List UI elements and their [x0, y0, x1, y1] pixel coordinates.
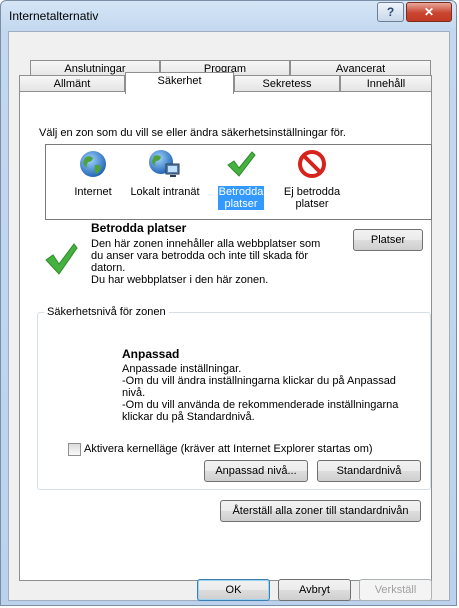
level-desc-line: -Om du vill använda de rekommenderade in… — [122, 399, 399, 411]
sites-button[interactable]: Platser — [353, 229, 423, 251]
group-legend: Säkerhetsnivå för zonen — [44, 306, 169, 318]
zone-desc-line: du anser vara betrodda och inte till ska… — [91, 250, 309, 262]
zone-label: Internet — [74, 186, 112, 198]
restricted-icon — [298, 150, 326, 178]
zone-trusted-sites[interactable]: Betrodda platser — [216, 149, 266, 210]
zone-label-line2: platser — [295, 198, 329, 210]
zone-label-selected: Betrodda platser — [217, 186, 265, 210]
zone-desc-line: datorn. — [91, 262, 126, 274]
zone-label-line1: Ej betrodda — [283, 186, 341, 198]
protected-mode-label[interactable]: Aktivera kernelläge (kräver att Internet… — [84, 443, 373, 455]
level-desc-line: nivå. — [122, 387, 146, 399]
globe-icon — [80, 151, 106, 177]
checkmark-icon — [227, 151, 256, 177]
zone-local-intranet[interactable]: Lokalt intranät — [122, 149, 208, 198]
reset-all-zones-button[interactable]: Återställ alla zoner till standardnivån — [220, 500, 421, 522]
level-name: Anpassad — [122, 347, 180, 361]
level-description: Anpassade inställningar. -Om du vill änd… — [122, 363, 422, 423]
zone-restricted-sites[interactable]: Ej betrodda platser — [272, 149, 352, 210]
zone-label-line2: platser — [224, 198, 258, 210]
zone-desc-line: Den här zonen innehåller alla webbplatse… — [91, 238, 321, 250]
intranet-globe-icon — [149, 150, 180, 177]
zone-prompt: Välj en zon som du vill se eller ändra s… — [39, 127, 346, 139]
zone-description: Den här zonen innehåller alla webbplatse… — [91, 238, 351, 286]
trusted-checkmark-icon — [45, 243, 78, 275]
level-desc-line: Anpassade inställningar. — [122, 363, 242, 375]
zone-internet[interactable]: Internet — [58, 149, 128, 198]
custom-level-button[interactable]: Anpassad nivå... — [204, 460, 308, 482]
zone-label-line1: Betrodda — [218, 186, 264, 198]
cancel-button[interactable]: Avbryt — [278, 579, 351, 601]
protected-mode-checkbox[interactable] — [68, 443, 81, 456]
zone-title: Betrodda platser — [91, 221, 187, 235]
ok-button[interactable]: OK — [197, 579, 270, 601]
dialog-window: Internetalternativ ? ✕ Anslutningar Prog… — [0, 0, 457, 606]
level-desc-line: -Om du vill ändra inställningarna klicka… — [122, 375, 396, 387]
default-level-button[interactable]: Standardnivå — [317, 460, 421, 482]
zone-label: Lokalt intranät — [130, 186, 200, 198]
zone-list[interactable]: Internet Lokalt intranät Betrodda platse… — [45, 144, 432, 220]
level-desc-line: klickar du på Standardnivå. — [122, 411, 255, 423]
apply-button[interactable]: Verkställ — [359, 579, 432, 601]
zone-label: Ej betrodda platser — [283, 186, 341, 210]
zone-desc-line: Du har webbplatser i den här zonen. — [91, 274, 269, 286]
